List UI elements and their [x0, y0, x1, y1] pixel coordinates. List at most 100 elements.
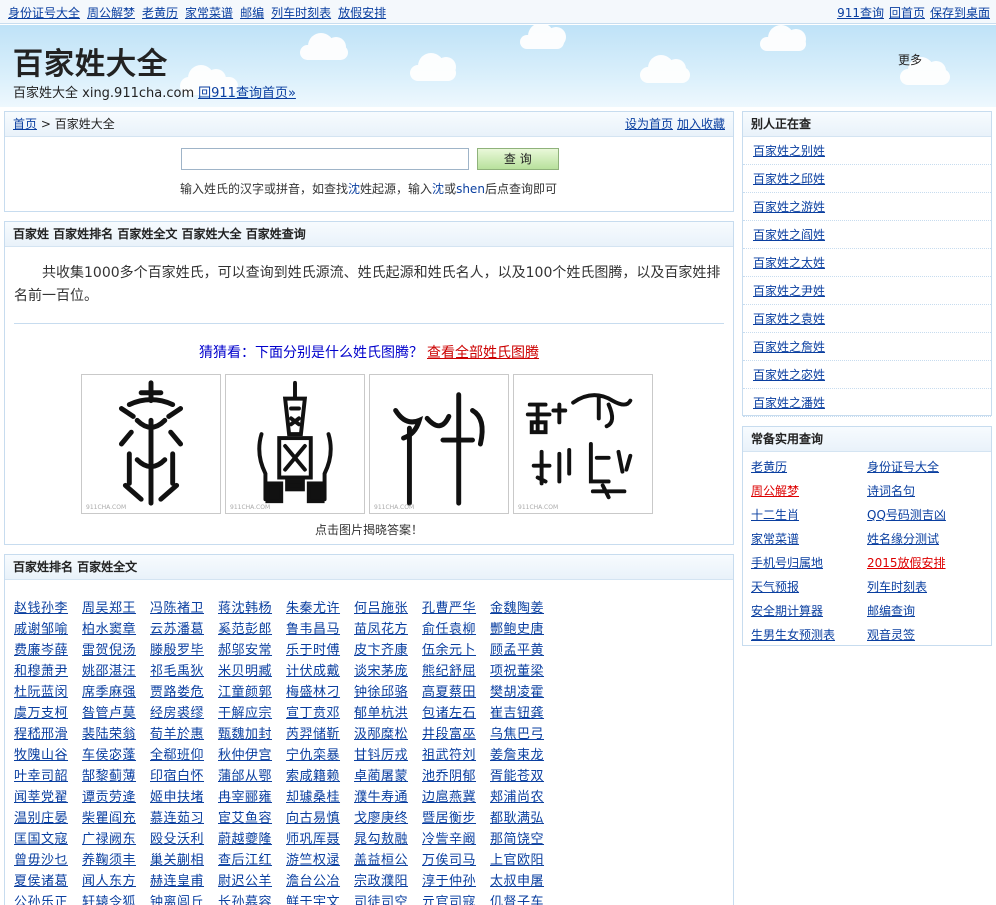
surname-link[interactable]: 印宿白怀 — [150, 765, 218, 784]
recent-search-item[interactable]: 百家姓之别姓 — [743, 137, 991, 165]
surname-link[interactable]: 宗政濮阳 — [354, 870, 422, 889]
surname-link[interactable]: 干解应宗 — [218, 702, 286, 721]
surname-link[interactable]: 郏浦尚农 — [490, 786, 558, 805]
surname-link[interactable]: 谈宋茅庞 — [354, 660, 422, 679]
search-button[interactable]: 查 询 — [476, 148, 559, 170]
surname-link[interactable]: 郜黎蓟薄 — [82, 765, 150, 784]
top-link-train[interactable]: 列车时刻表 — [271, 6, 331, 20]
recent-search-item[interactable]: 百家姓之太姓 — [743, 249, 991, 277]
surname-link[interactable]: 那简饶空 — [490, 828, 558, 847]
surname-link[interactable]: 祁毛禹狄 — [150, 660, 218, 679]
tool-link[interactable]: 2015放假安排 — [867, 551, 983, 575]
tool-link[interactable]: 诗词名句 — [867, 479, 983, 503]
surname-link[interactable]: 乌焦巴弓 — [490, 723, 558, 742]
recent-search-item[interactable]: 百家姓之宓姓 — [743, 361, 991, 389]
surname-link[interactable]: 姬申扶堵 — [150, 786, 218, 805]
surname-link[interactable]: 盖益桓公 — [354, 849, 422, 868]
totem-image-2[interactable]: 911CHA.COM — [225, 374, 365, 514]
top-link-recipes[interactable]: 家常菜谱 — [185, 6, 233, 20]
surname-link[interactable]: 雷贺倪汤 — [82, 639, 150, 658]
surname-link[interactable]: 祖武符刘 — [422, 744, 490, 763]
surname-link[interactable]: 濮牛寿通 — [354, 786, 422, 805]
top-link-holiday[interactable]: 放假安排 — [338, 6, 386, 20]
surname-link[interactable]: 伍余元卜 — [422, 639, 490, 658]
surname-link[interactable]: 都耿满弘 — [490, 807, 558, 826]
surname-link[interactable]: 冉宰郦雍 — [218, 786, 286, 805]
tool-link[interactable]: 家常菜谱 — [751, 527, 867, 551]
surname-link[interactable]: 昝管卢莫 — [82, 702, 150, 721]
top-link-save-desktop[interactable]: 保存到桌面 — [930, 6, 990, 20]
surname-link[interactable]: 戚谢邹喻 — [14, 618, 82, 637]
surname-link[interactable]: 钟离闾丘 — [150, 891, 218, 905]
top-link-dream[interactable]: 周公解梦 — [87, 6, 135, 20]
surname-link[interactable]: 曾毋沙乜 — [14, 849, 82, 868]
tool-link[interactable]: 生男生女预测表 — [751, 623, 867, 647]
surname-link[interactable]: 甘钭厉戎 — [354, 744, 422, 763]
surname-link[interactable]: 荀羊於惠 — [150, 723, 218, 742]
tool-link[interactable]: 列车时刻表 — [867, 575, 983, 599]
surname-link[interactable]: 淳于仲孙 — [422, 870, 490, 889]
surname-link[interactable]: 万俟司马 — [422, 849, 490, 868]
surname-link[interactable]: 金魏陶姜 — [490, 597, 558, 616]
surname-link[interactable]: 樊胡凌霍 — [490, 681, 558, 700]
surname-link[interactable]: 郁单杭洪 — [354, 702, 422, 721]
top-link-postcode[interactable]: 邮编 — [240, 6, 264, 20]
surname-link[interactable]: 匡国文寇 — [14, 828, 82, 847]
recent-search-item[interactable]: 百家姓之詹姓 — [743, 333, 991, 361]
recent-search-item[interactable]: 百家姓之阎姓 — [743, 221, 991, 249]
tool-link[interactable]: 天气预报 — [751, 575, 867, 599]
surname-link[interactable]: 贾路娄危 — [150, 681, 218, 700]
surname-link[interactable]: 池乔阴郁 — [422, 765, 490, 784]
surname-link[interactable]: 游竺权逯 — [286, 849, 354, 868]
surname-link[interactable]: 甄魏加封 — [218, 723, 286, 742]
surname-link[interactable]: 乐于时傅 — [286, 639, 354, 658]
surname-link[interactable]: 师巩厍聂 — [286, 828, 354, 847]
surname-link[interactable]: 苗凤花方 — [354, 618, 422, 637]
tool-link[interactable]: 十二生肖 — [751, 503, 867, 527]
top-link-911[interactable]: 911查询 — [837, 6, 884, 20]
top-link-almanac[interactable]: 老黄历 — [142, 6, 178, 20]
surname-link[interactable]: 杜阮蓝闵 — [14, 681, 82, 700]
surname-link[interactable]: 鲁韦昌马 — [286, 618, 354, 637]
tool-link[interactable]: 老黄历 — [751, 455, 867, 479]
surname-link[interactable]: 亓官司寇 — [422, 891, 490, 905]
surname-link[interactable]: 崔吉钮龚 — [490, 702, 558, 721]
surname-link[interactable]: 叶幸司韶 — [14, 765, 82, 784]
surname-link[interactable]: 暨居衡步 — [422, 807, 490, 826]
surname-link[interactable]: 上官欧阳 — [490, 849, 558, 868]
surname-link[interactable]: 养鞠须丰 — [82, 849, 150, 868]
surname-link[interactable]: 席季麻强 — [82, 681, 150, 700]
tool-link[interactable]: 姓名缘分测试 — [867, 527, 983, 551]
surname-link[interactable]: 宣丁贲邓 — [286, 702, 354, 721]
surname-link[interactable]: 裴陆荣翁 — [82, 723, 150, 742]
surname-link[interactable]: 周吴郑王 — [82, 597, 150, 616]
surname-link[interactable]: 向古易慎 — [286, 807, 354, 826]
tool-link[interactable]: 观音灵签 — [867, 623, 983, 647]
surname-link[interactable]: 仉督子车 — [490, 891, 558, 905]
surname-link[interactable]: 宦艾鱼容 — [218, 807, 286, 826]
surname-link[interactable]: 俞任袁柳 — [422, 618, 490, 637]
top-link-idcard[interactable]: 身份证号大全 — [8, 6, 80, 20]
surname-link[interactable]: 姜詹束龙 — [490, 744, 558, 763]
surname-link[interactable]: 车侯宓蓬 — [82, 744, 150, 763]
surname-link[interactable]: 孔曹严华 — [422, 597, 490, 616]
surname-link[interactable]: 巢关蒯相 — [150, 849, 218, 868]
surname-link[interactable]: 米贝明臧 — [218, 660, 286, 679]
recent-search-item[interactable]: 百家姓之邱姓 — [743, 165, 991, 193]
search-input[interactable] — [181, 148, 469, 170]
surname-link[interactable]: 殴殳沃利 — [150, 828, 218, 847]
surname-link[interactable]: 卓蔺屠蒙 — [354, 765, 422, 784]
surname-link[interactable]: 井段富巫 — [422, 723, 490, 742]
surname-link[interactable]: 慕连茹习 — [150, 807, 218, 826]
surname-link[interactable]: 何吕施张 — [354, 597, 422, 616]
surname-link[interactable]: 赵钱孙李 — [14, 597, 82, 616]
surname-link[interactable]: 虞万支柯 — [14, 702, 82, 721]
surname-link[interactable]: 汲邴糜松 — [354, 723, 422, 742]
surname-link[interactable]: 钟徐邱骆 — [354, 681, 422, 700]
surname-link[interactable]: 公孙乐正 — [14, 891, 82, 905]
surname-link[interactable]: 蒲邰从鄂 — [218, 765, 286, 784]
tool-link[interactable]: 身份证号大全 — [867, 455, 983, 479]
surname-link[interactable]: 长孙慕容 — [218, 891, 286, 905]
surname-link[interactable]: 计伏成戴 — [286, 660, 354, 679]
surname-link[interactable]: 全郗班仰 — [150, 744, 218, 763]
